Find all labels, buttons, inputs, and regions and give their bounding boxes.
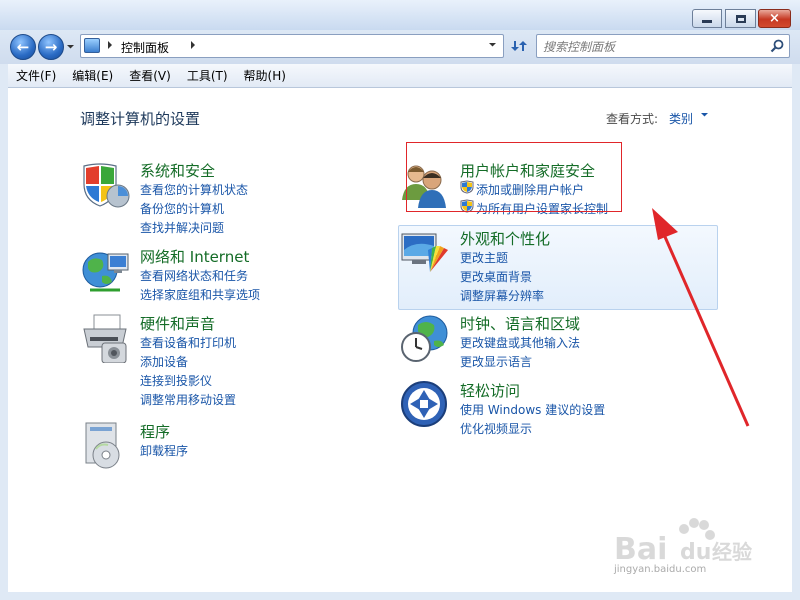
search-box[interactable] [536,34,790,58]
address-dropdown-icon[interactable] [488,40,497,52]
link-screen-resolution[interactable]: 调整屏幕分辨率 [460,287,544,304]
link-mobility-settings[interactable]: 调整常用移动设置 [140,391,236,408]
menu-file[interactable]: 文件(F) [8,67,64,84]
category-title[interactable]: 时钟、语言和区域 [460,313,580,334]
link-network-status[interactable]: 查看网络状态和任务 [140,267,248,284]
search-icon[interactable] [769,38,785,54]
menu-bar: 文件(F) 编辑(E) 查看(V) 工具(T) 帮助(H) [8,64,792,88]
refresh-button[interactable] [506,34,532,58]
category-title[interactable]: 程序 [140,421,170,442]
window-titlebar: × [0,0,800,30]
menu-view[interactable]: 查看(V) [121,67,179,84]
svg-text:Bai: Bai [614,532,667,567]
annotation-arrow-icon [652,208,750,427]
link-troubleshoot[interactable]: 查找并解决问题 [140,219,224,236]
menu-help[interactable]: 帮助(H) [236,67,294,84]
category-title[interactable]: 系统和安全 [140,160,215,181]
maximize-icon [735,14,746,23]
link-connect-projector[interactable]: 连接到投影仪 [140,372,212,389]
link-backup-computer[interactable]: 备份您的计算机 [140,200,224,217]
annotation-highlight-box [406,142,622,212]
menu-tools[interactable]: 工具(T) [179,67,236,84]
programs-icon [85,422,120,469]
breadcrumb-control-panel[interactable]: 控制面板 [121,39,169,56]
back-button[interactable]: ← [10,34,36,60]
category-title[interactable]: 网络和 Internet [140,246,249,267]
link-uninstall-program[interactable]: 卸载程序 [140,442,188,459]
link-devices-printers[interactable]: 查看设备和打印机 [140,334,236,351]
search-input[interactable] [543,38,763,55]
watermark-url: jingyan.baidu.com [614,564,707,575]
back-arrow-icon: ← [16,38,30,56]
link-homegroup[interactable]: 选择家庭组和共享选项 [140,286,260,303]
link-view-computer-status[interactable]: 查看您的计算机状态 [140,181,248,198]
breadcrumb-separator-icon[interactable] [106,40,114,53]
control-panel-icon [84,38,100,53]
clock-globe-icon [401,315,448,362]
link-desktop-background[interactable]: 更改桌面背景 [460,268,532,285]
svg-text:经验: 经验 [712,540,752,564]
category-title[interactable]: 外观和个性化 [460,228,550,249]
close-button[interactable]: × [758,9,791,28]
minimize-button[interactable] [692,9,722,28]
link-add-device[interactable]: 添加设备 [140,353,188,370]
category-title[interactable]: 轻松访问 [460,380,520,401]
chevron-down-icon [67,45,74,49]
appearance-icon [401,233,448,272]
chevron-down-icon[interactable] [700,110,709,122]
view-by-dropdown[interactable]: 类别 [669,110,693,127]
shield-icon [83,163,130,208]
forward-button[interactable]: → [38,34,64,60]
network-globe-icon [82,252,129,292]
link-change-keyboard[interactable]: 更改键盘或其他输入法 [460,334,580,351]
breadcrumb-separator-icon[interactable] [189,40,197,53]
link-change-theme[interactable]: 更改主题 [460,249,508,266]
view-by-label: 查看方式: [606,112,659,126]
link-display-language[interactable]: 更改显示语言 [460,353,532,370]
close-icon: × [769,11,780,26]
ease-of-access-icon [401,381,447,427]
svg-text:du: du [680,540,711,565]
navigation-bar: ← → 控制面板 [0,30,800,64]
forward-arrow-icon: → [44,38,58,56]
category-title[interactable]: 硬件和声音 [140,313,215,334]
link-optimize-display[interactable]: 优化视频显示 [460,420,532,437]
menu-edit[interactable]: 编辑(E) [64,67,121,84]
maximize-button[interactable] [725,9,756,28]
refresh-icon [511,41,527,51]
page-title: 调整计算机的设置 [80,110,201,128]
recent-pages-dropdown[interactable] [66,42,76,52]
link-recommended-settings[interactable]: 使用 Windows 建议的设置 [460,401,605,418]
address-bar[interactable]: 控制面板 [80,34,504,58]
printer-icon [83,314,127,363]
minimize-icon [702,20,712,23]
